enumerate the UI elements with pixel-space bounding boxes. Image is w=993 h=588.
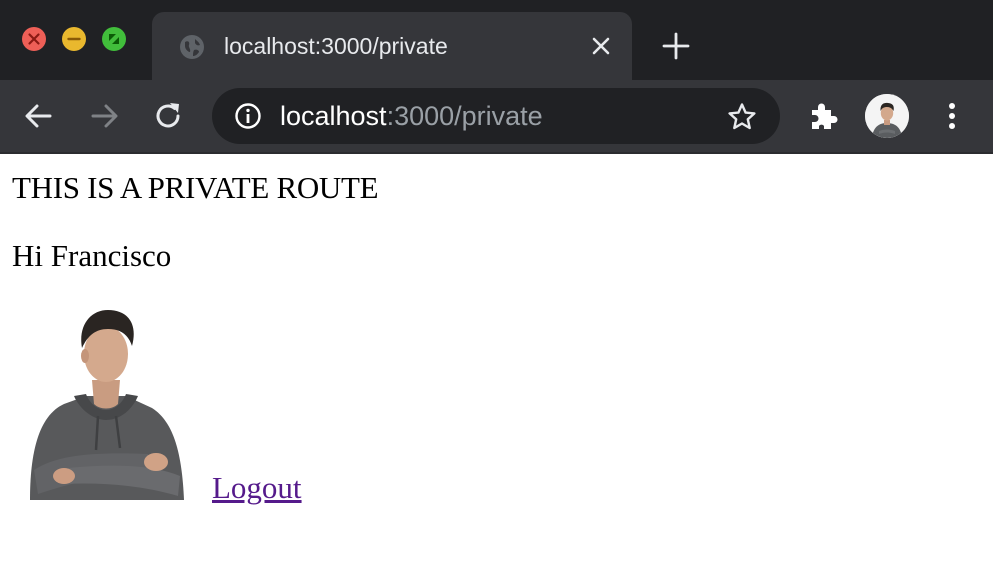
minus-icon [67, 37, 81, 41]
profile-photo [30, 310, 184, 500]
fullscreen-icon [109, 34, 119, 44]
globe-icon [180, 35, 204, 59]
new-tab-icon[interactable] [661, 31, 691, 61]
reload-icon[interactable] [150, 98, 186, 134]
window-close-button[interactable] [22, 27, 46, 51]
avatar [865, 94, 909, 138]
forward-arrow-icon[interactable] [86, 98, 122, 134]
url-path: :3000/private [386, 101, 543, 131]
window-minimize-button[interactable] [62, 27, 86, 51]
tab-strip: localhost:3000/private [0, 0, 993, 80]
back-arrow-icon[interactable] [21, 98, 57, 134]
profile-avatar-button[interactable] [865, 94, 909, 138]
kebab-menu-icon[interactable] [934, 98, 970, 134]
active-tab[interactable]: localhost:3000/private [152, 12, 632, 80]
tab-title: localhost:3000/private [224, 33, 448, 59]
extensions-puzzle-icon[interactable] [806, 98, 842, 134]
info-icon[interactable] [234, 102, 262, 130]
page-content: THIS IS A PRIVATE ROUTE Hi Francisco Log… [0, 154, 993, 588]
address-bar-url[interactable]: localhost:3000/private [280, 99, 543, 133]
bookmark-star-icon[interactable] [726, 101, 758, 133]
address-bar[interactable]: localhost:3000/private [212, 88, 780, 144]
page-heading: THIS IS A PRIVATE ROUTE [12, 170, 379, 205]
logout-link[interactable]: Logout [212, 470, 302, 506]
window-fullscreen-button[interactable] [102, 27, 126, 51]
user-greeting: Hi Francisco [12, 238, 172, 273]
tab-close-icon[interactable] [589, 34, 613, 58]
browser-toolbar: localhost:3000/private [0, 80, 993, 154]
close-icon [28, 33, 40, 45]
url-host: localhost [280, 101, 387, 131]
